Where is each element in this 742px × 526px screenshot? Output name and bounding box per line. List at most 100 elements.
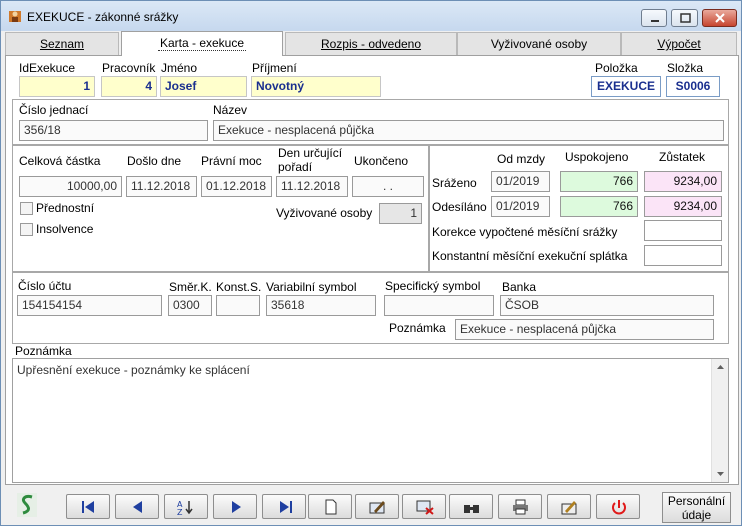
minimize-button[interactable] <box>641 9 667 27</box>
konst-s-field[interactable] <box>216 295 260 316</box>
polozka-label: Položka <box>595 61 638 75</box>
vyzivovane-osoby-label: Vyživované osoby <box>276 206 373 220</box>
tab-bar: Seznam Karta - exekuce Rozpis - odvedeno… <box>5 31 739 56</box>
next-record-button[interactable] <box>213 494 257 519</box>
ukonceno-field[interactable]: . . <box>352 176 424 197</box>
maximize-icon <box>680 13 691 23</box>
delete-record-button[interactable] <box>402 494 446 519</box>
prev-icon <box>133 501 142 513</box>
srazeno-label: Sráženo <box>432 176 477 190</box>
last-icon <box>280 501 292 513</box>
edit-icon <box>369 501 385 514</box>
jmeno-label: Jméno <box>161 61 198 75</box>
maximize-button[interactable] <box>671 9 698 27</box>
tab-karta-label: Karta - exekuce <box>157 36 247 51</box>
tab-rozpis-odvedeno[interactable]: Rozpis - odvedeno <box>285 32 457 55</box>
tools-button[interactable] <box>547 494 591 519</box>
celkova-castka-field[interactable]: 10000,00 <box>19 176 122 197</box>
cislo-uctu-field[interactable]: 154154154 <box>17 295 162 316</box>
close-button[interactable] <box>702 9 737 27</box>
srazeno-od-mzdy-field[interactable]: 01/2019 <box>491 171 550 192</box>
exit-button[interactable] <box>596 494 640 519</box>
konstantni-label: Konstantní měsíční exekuční splátka <box>432 249 628 263</box>
first-record-button[interactable] <box>66 494 110 519</box>
main-window: EXEKUCE - zákonné srážky Seznam Karta - … <box>0 0 742 526</box>
doslo-dne-label: Došlo dne <box>127 154 182 168</box>
bank-poznamka-field[interactable]: Exekuce - nesplacená půjčka <box>455 319 714 340</box>
cislo-jednaci-label: Číslo jednací <box>19 103 89 117</box>
tools-icon <box>561 501 577 515</box>
odesilano-uspokojeno-field[interactable]: 766 <box>560 196 638 217</box>
nazev-field[interactable]: Exekuce - nesplacená půjčka <box>213 120 724 141</box>
vyzivovane-osoby-field[interactable]: 1 <box>379 203 422 224</box>
prednostni-checkbox[interactable] <box>20 202 33 215</box>
konst-s-label: Konst.S. <box>216 280 262 294</box>
odesilano-od-mzdy-field[interactable]: 01/2019 <box>491 196 550 217</box>
variabilni-symbol-label: Variabilní symbol <box>266 280 357 294</box>
id-field[interactable]: 1 <box>19 76 95 97</box>
last-record-button[interactable] <box>262 494 306 519</box>
sort-button[interactable]: AZ <box>164 494 208 519</box>
personal-data-line2: údaje <box>681 508 712 522</box>
tab-karta-exekuce[interactable]: Karta - exekuce <box>121 31 283 56</box>
nazev-label: Název <box>213 103 248 117</box>
first-icon <box>82 501 94 513</box>
memo-scrollbar[interactable] <box>711 359 728 482</box>
pracovnik-field[interactable]: 4 <box>101 76 157 97</box>
id-label: IdExekuce <box>19 61 76 75</box>
find-icon <box>464 505 479 513</box>
cislo-uctu-label: Číslo účtu <box>18 279 72 293</box>
srazeno-zustatek-field[interactable]: 9234,00 <box>644 171 722 192</box>
scroll-arrows-icon <box>717 365 724 476</box>
den-urcujici-label-2: pořadí <box>278 160 313 174</box>
logo-icon <box>17 493 37 517</box>
tab-vyzivovane-label: Vyživované osoby <box>490 37 588 51</box>
doslo-dne-field[interactable]: 11.12.2018 <box>126 176 197 197</box>
tab-vypocet[interactable]: Výpočet <box>621 32 737 55</box>
tab-seznam-label: Seznam <box>39 37 85 51</box>
poznamka-text: Upřesnění exekuce - poznámky ke splácení <box>17 363 250 377</box>
prednostni-label: Přednostní <box>36 201 95 215</box>
print-button[interactable] <box>498 494 542 519</box>
app-icon <box>9 11 21 22</box>
banka-label: Banka <box>502 280 537 294</box>
delete-icon <box>416 500 434 515</box>
edit-record-button[interactable] <box>355 494 399 519</box>
polozka-field[interactable]: EXEKUCE <box>591 76 661 97</box>
poznamka-label: Poznámka <box>15 344 72 358</box>
pravni-moc-field[interactable]: 01.12.2018 <box>201 176 272 197</box>
den-urcujici-field[interactable]: 11.12.2018 <box>276 176 348 197</box>
zustatek-label: Zůstatek <box>659 150 706 164</box>
od-mzdy-label: Od mzdy <box>497 152 546 166</box>
konstantni-field[interactable] <box>644 245 722 266</box>
odesilano-label: Odesíláno <box>432 200 487 214</box>
smer-k-label: Směr.K. <box>169 280 212 294</box>
previous-record-button[interactable] <box>115 494 159 519</box>
smer-k-field[interactable]: 0300 <box>168 295 212 316</box>
slozka-field[interactable]: S0006 <box>666 76 720 97</box>
korekce-field[interactable] <box>644 220 722 241</box>
specificky-symbol-field[interactable] <box>384 295 494 316</box>
new-icon <box>325 499 337 515</box>
jmeno-field[interactable]: Josef <box>160 76 247 97</box>
new-record-button[interactable] <box>308 494 352 519</box>
slozka-label: Složka <box>667 61 704 75</box>
pracovnik-label: Pracovník <box>102 61 156 75</box>
specificky-symbol-label: Specifický symbol <box>385 279 481 293</box>
tab-seznam[interactable]: Seznam <box>5 32 119 55</box>
srazeno-uspokojeno-field[interactable]: 766 <box>560 171 638 192</box>
tab-vyzivovane-osoby[interactable]: Vyživované osoby <box>457 32 621 55</box>
prijmeni-field[interactable]: Novotný <box>251 76 381 97</box>
minimize-icon <box>651 20 659 22</box>
personal-data-button[interactable]: Personální údaje <box>662 492 731 523</box>
den-urcujici-label-1: Den určující <box>278 146 343 160</box>
odesilano-zustatek-field[interactable]: 9234,00 <box>644 196 722 217</box>
power-icon <box>612 500 626 515</box>
insolvence-checkbox[interactable] <box>20 223 33 236</box>
pravni-moc-label: Právní moc <box>201 154 262 168</box>
banka-field[interactable]: ČSOB <box>500 295 714 316</box>
variabilni-symbol-field[interactable]: 35618 <box>266 295 376 316</box>
poznamka-memo[interactable]: Upřesnění exekuce - poznámky ke splácení <box>12 358 729 483</box>
cislo-jednaci-field[interactable]: 356/18 <box>19 120 208 141</box>
find-button[interactable] <box>449 494 493 519</box>
